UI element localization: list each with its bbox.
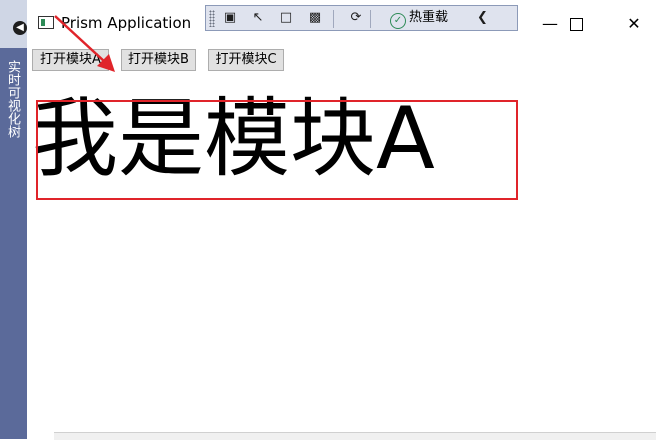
live-visual-tree-tab[interactable]: 实时可视化树 bbox=[5, 60, 22, 138]
annotation-arrow bbox=[54, 15, 115, 72]
toolbar-divider bbox=[370, 10, 371, 28]
close-button[interactable]: ✕ bbox=[619, 10, 649, 38]
collapse-toolbar-icon[interactable]: ❮ bbox=[477, 9, 488, 27]
side-panel-header: ◀ bbox=[0, 0, 27, 48]
hot-reload-status[interactable]: ✓ 热重载 bbox=[390, 9, 449, 29]
hot-reload-label: 热重载 bbox=[409, 10, 449, 25]
go-to-live-tree-icon[interactable]: ▣ bbox=[220, 9, 240, 27]
check-icon: ✓ bbox=[390, 13, 406, 29]
xaml-debug-toolbar: ▣ ↖ □ ▩ ⟳ ✓ 热重载 ❮ bbox=[205, 5, 518, 31]
back-arrow-icon[interactable]: ◀ bbox=[13, 21, 27, 35]
highlight-box bbox=[36, 100, 518, 200]
live-visual-tree-panel: ◀ 实时可视化树 bbox=[0, 0, 27, 439]
app-window: Prism Application ▣ ↖ □ ▩ ⟳ ✓ 热重载 ❮ — ✕ 打… bbox=[27, 0, 656, 440]
binding-failures-icon[interactable]: ⟳ bbox=[346, 9, 366, 27]
app-icon bbox=[38, 16, 54, 29]
open-module-c-button[interactable]: 打开模块C bbox=[208, 49, 284, 71]
maximize-button[interactable] bbox=[561, 10, 591, 38]
track-focused-element-icon[interactable]: ▩ bbox=[305, 9, 325, 27]
display-layout-adorners-icon[interactable]: □ bbox=[276, 9, 296, 27]
maximize-icon bbox=[569, 18, 583, 31]
toolbar-divider bbox=[333, 10, 334, 28]
toolbar-grip-icon[interactable] bbox=[209, 10, 215, 27]
select-element-icon[interactable]: ↖ bbox=[248, 9, 268, 27]
